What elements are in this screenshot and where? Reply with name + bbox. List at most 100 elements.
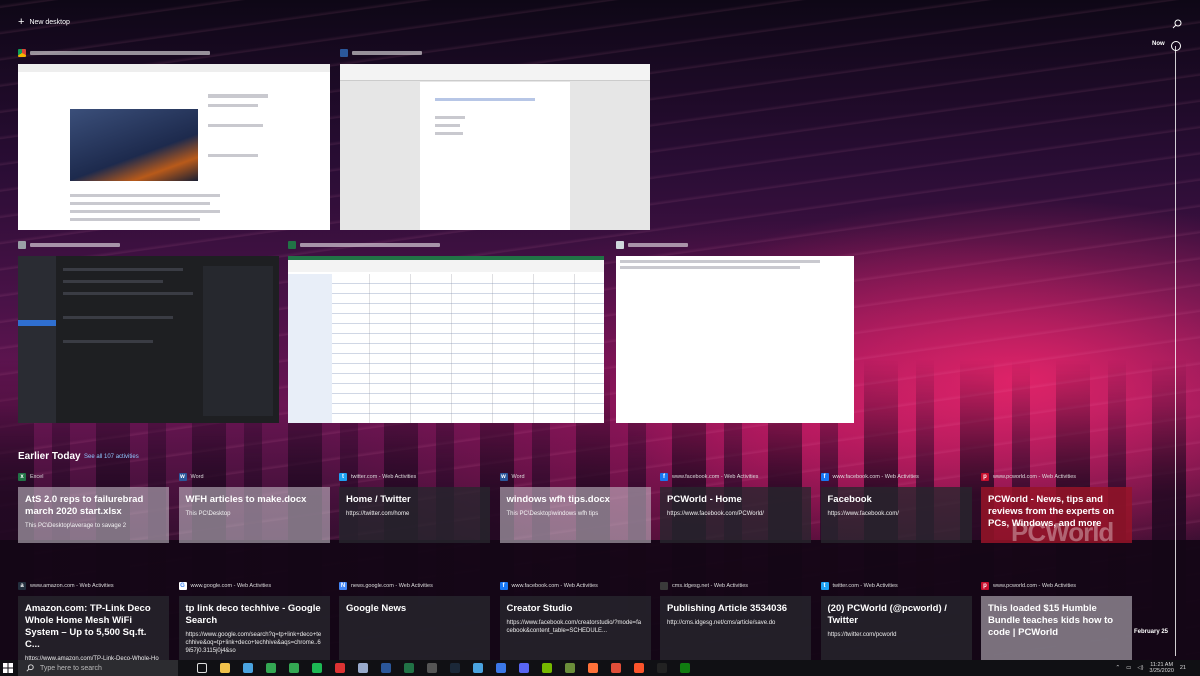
taskbar-brave-icon[interactable] (627, 660, 650, 676)
activity-subtitle: https://www.facebook.com/PCWorld/ (667, 511, 764, 517)
timeline-now-label: Now (1152, 41, 1165, 47)
activity-card[interactable]: w Word windows wfh tips.docx This PC\Deskto… (499, 470, 651, 543)
window-word[interactable] (340, 47, 650, 230)
taskbar-calculator-icon[interactable] (420, 660, 443, 676)
activity-source: p www.pcworld.com - Web Activities (981, 470, 1132, 483)
window-thumbnail (18, 64, 330, 230)
see-all-activities-link[interactable]: See all 107 activities (84, 454, 139, 460)
volume-icon[interactable]: ◁) (1137, 665, 1143, 671)
activity-card[interactable]: cms.idgesg.net - Web Activities Publishin… (660, 579, 811, 662)
taskbar-spotify-icon[interactable] (305, 660, 328, 676)
start-button[interactable] (0, 660, 16, 676)
activity-subtitle: https://www.facebook.com/ (827, 511, 899, 517)
taskbar-photos-icon[interactable] (236, 660, 259, 676)
activity-source: t twitter.com - Web Activities (820, 579, 972, 592)
activity-source: Gwww.google.com - Web Activities (178, 579, 330, 592)
activity-card[interactable]: f www.facebook.com - Web Activities PCWorl… (660, 470, 811, 543)
section-title: Earlier Today (18, 451, 81, 462)
activity-card[interactable]: f www.facebook.com - Web Activities Creato… (499, 579, 651, 662)
taskbar-app-blue-icon[interactable] (489, 660, 512, 676)
taskbar-word-icon[interactable] (374, 660, 397, 676)
window-browser[interactable] (18, 47, 330, 230)
taskbar-nvidia-icon[interactable] (535, 660, 558, 676)
taskbar-search-placeholder: Type here to search (40, 664, 102, 672)
taskbar-steam-icon[interactable] (443, 660, 466, 676)
activity-card[interactable]: p www.pcworld.com - Web Activities PCWorld… (981, 470, 1132, 543)
search-icon[interactable] (1172, 19, 1182, 29)
activity-preview: WFH articles to make.docx This PC\Desktop (178, 487, 330, 543)
activity-subtitle: https://twitter.com/home (346, 511, 410, 517)
activity-source: f www.facebook.com - Web Activities (820, 470, 972, 483)
notepad-app-icon (616, 240, 624, 249)
taskbar-minecraft-icon[interactable] (558, 660, 581, 676)
taskbar-search-box[interactable]: Type here to search (18, 660, 178, 676)
windows-icon (3, 663, 13, 673)
activity-title: WFH articles to make.docx (185, 494, 307, 505)
activity-preview: tp link deco techhive - Google Search htt… (178, 596, 330, 662)
excel-app-icon (288, 240, 296, 249)
timeline-track[interactable] (1175, 46, 1176, 656)
activity-card[interactable]: p www.pcworld.com - Web Activities This lo… (981, 579, 1132, 662)
activity-card[interactable]: Gwww.google.com - Web Activities tp link … (178, 579, 330, 662)
window-thumbnail (288, 256, 604, 423)
activity-card[interactable]: w Word WFH articles to make.docx This PC\De… (178, 470, 330, 543)
taskbar-chrome-icon[interactable] (259, 660, 282, 676)
chevron-up-icon[interactable]: ⌃ (1116, 665, 1121, 671)
taskbar-discord-icon[interactable] (512, 660, 535, 676)
activity-title: Amazon.com: TP-Link Deco Whole Home Mesh… (25, 603, 151, 650)
activity-source: p www.pcworld.com - Web Activities (981, 579, 1132, 592)
activity-source: x Excel (18, 470, 169, 483)
taskbar-chrome-2-icon[interactable] (282, 660, 305, 676)
activity-source-label: www.pcworld.com - Web Activities (993, 582, 1077, 589)
window-excel[interactable] (288, 239, 604, 423)
window-title-blurred (628, 242, 688, 247)
plus-icon: + (18, 16, 25, 28)
clock[interactable]: 11:21 AM 3/25/2020 (1149, 662, 1173, 674)
amazon-icon: a (18, 581, 26, 590)
activity-card[interactable]: a www.amazon.com - Web Activities Amazon.c… (18, 579, 169, 662)
facebook-icon: f (820, 472, 829, 481)
activity-title: AtS 2.0 reps to failurebrad march 2020 s… (25, 494, 144, 517)
activity-title: tp link deco techhive - Google Search (185, 603, 321, 626)
activity-source-label: www.google.com - Web Activities (190, 582, 272, 589)
taskbar-excel-icon[interactable] (397, 660, 420, 676)
google-news-icon: N (339, 581, 347, 590)
window-title-blurred (30, 242, 120, 247)
taskbar-app-red-icon[interactable] (328, 660, 351, 676)
window-code-editor[interactable] (18, 239, 279, 423)
activity-source: w Word (499, 470, 651, 483)
activity-card[interactable]: t twitter.com - Web Activities Home / Twit… (339, 470, 490, 543)
taskbar-paint-icon[interactable] (604, 660, 627, 676)
activity-subtitle: This PC\Desktop (185, 511, 231, 517)
activity-source-label: twitter.com - Web Activities (351, 473, 417, 480)
activity-subtitle: https://www.facebook.com/creatorstudio/?… (506, 620, 642, 634)
excel-icon: x (18, 472, 26, 481)
search-icon (26, 664, 34, 672)
network-icon[interactable]: ▭ (1126, 665, 1131, 671)
activity-preview: Google News (339, 596, 490, 662)
window-title-blurred (300, 242, 440, 247)
activity-source-label: news.google.com - Web Activities (351, 582, 433, 589)
activity-source: cms.idgesg.net - Web Activities (660, 579, 811, 592)
notification-badge[interactable]: 21 (1180, 665, 1186, 671)
taskbar-app-circle-icon[interactable] (466, 660, 489, 676)
timeline-scrubber[interactable] (1171, 41, 1181, 51)
activity-source-label: www.pcworld.com - Web Activities (993, 473, 1077, 480)
twitter-icon: t (339, 472, 347, 481)
activity-card[interactable]: x Excel AtS 2.0 reps to failurebrad march … (18, 470, 169, 543)
taskbar-epic-games-icon[interactable] (650, 660, 673, 676)
activity-card[interactable]: f www.facebook.com - Web Activities Facebo… (820, 470, 972, 543)
taskbar-file-explorer-icon[interactable] (213, 660, 236, 676)
taskbar-xbox-icon[interactable] (673, 660, 696, 676)
word-icon: w (499, 472, 508, 481)
activity-card[interactable]: Nnews.google.com - Web Activities Google … (339, 579, 490, 662)
taskbar-app-bird-icon[interactable] (351, 660, 374, 676)
new-desktop-button[interactable]: + New desktop (18, 16, 70, 28)
window-notepad[interactable] (616, 239, 854, 423)
activity-preview: Creator Studio https://www.facebook.com/c… (499, 596, 651, 662)
system-tray: ⌃ ▭ ◁) 11:21 AM 3/25/2020 21 (1116, 660, 1186, 676)
activity-card[interactable]: t twitter.com - Web Activities (20) PCWorl… (820, 579, 972, 662)
taskbar-firefox-icon[interactable] (581, 660, 604, 676)
window-title-blurred (30, 50, 210, 55)
taskbar-task-view-icon[interactable] (190, 660, 213, 676)
